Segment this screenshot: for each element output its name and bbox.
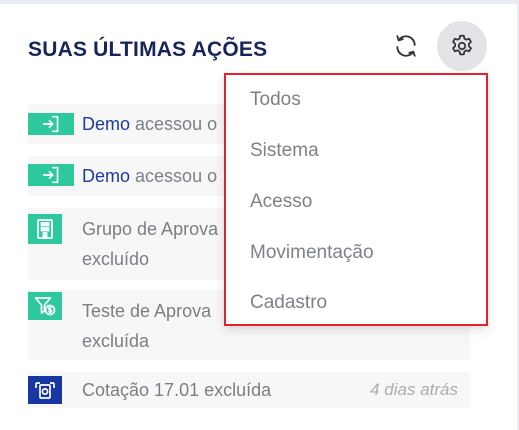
filter-dropdown: Todos Sistema Acesso Movimentação Cadast… xyxy=(224,73,488,326)
activity-badge xyxy=(28,214,62,244)
quote-document-icon xyxy=(35,382,55,399)
activity-text: Demo acessou o xyxy=(82,166,218,186)
settings-button[interactable] xyxy=(437,21,487,71)
activity-badge xyxy=(28,164,74,186)
activity-item[interactable]: Cotação 17.01 excluída 4 dias atrás xyxy=(28,372,470,408)
activity-badge xyxy=(28,376,62,404)
gear-icon xyxy=(452,34,472,56)
filter-option-movimentacao[interactable]: Movimentação xyxy=(250,241,374,265)
activity-text: Cotação 17.01 excluída xyxy=(82,380,272,400)
refresh-icon xyxy=(396,35,416,57)
activity-badge xyxy=(28,113,74,135)
filter-option-sistema[interactable]: Sistema xyxy=(250,139,319,163)
activity-time: 4 dias atrás xyxy=(370,380,458,399)
filter-option-cadastro[interactable]: Cadastro xyxy=(250,291,327,315)
refresh-button[interactable] xyxy=(389,29,423,63)
login-icon xyxy=(42,166,59,184)
activity-badge xyxy=(28,292,62,320)
activity-text: Grupo de Aprova excluído xyxy=(82,219,219,269)
section-title: SUAS ÚLTIMAS AÇÕES xyxy=(28,38,268,61)
top-divider xyxy=(0,0,519,4)
filter-option-acesso[interactable]: Acesso xyxy=(250,190,312,214)
activity-text: Teste de Aprova excluída xyxy=(82,301,212,351)
login-icon xyxy=(42,115,59,133)
activity-text: Demo acessou o xyxy=(82,114,218,134)
funnel-money-icon xyxy=(34,297,56,316)
building-icon xyxy=(37,219,53,239)
filter-option-todos[interactable]: Todos xyxy=(250,88,301,112)
